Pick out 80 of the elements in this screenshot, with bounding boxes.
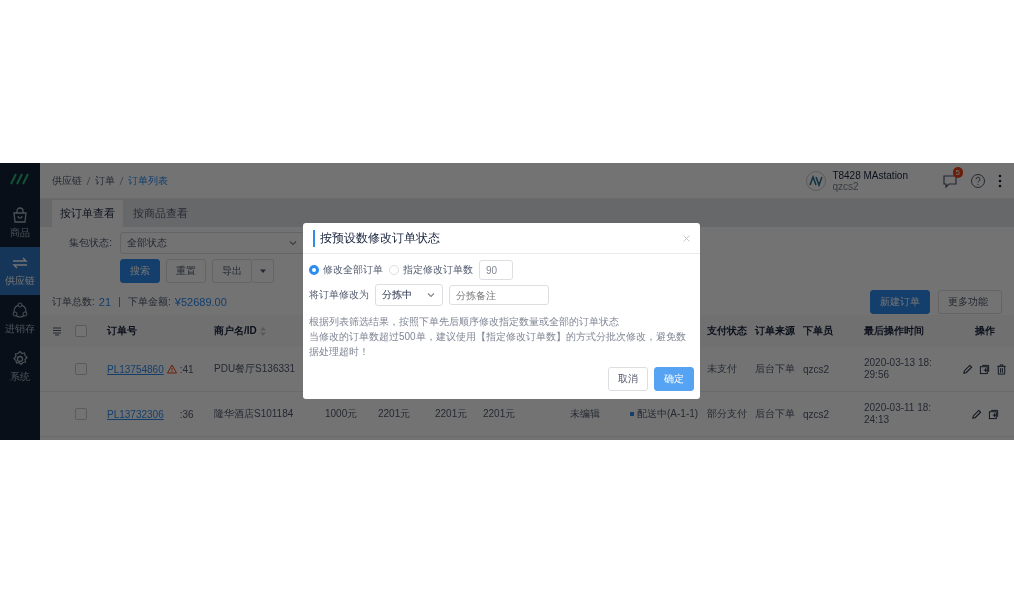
order-number-link[interactable]: PL13754860 [107,363,164,375]
help-icon[interactable] [970,172,986,189]
table-cell: 2201元 [435,407,468,421]
new-order-button[interactable]: 新建订单 [870,290,930,314]
breadcrumb-link[interactable]: 供应链 [52,173,82,188]
scope-radio[interactable]: 指定修改订单数 [389,263,473,277]
status-select[interactable]: 全部状态 [120,232,305,254]
table-cell: 未支付 [707,362,737,376]
table-cell: 2201元 [378,407,411,421]
edit-icon[interactable] [970,408,982,420]
table-cell: qzcs2 [803,363,830,375]
column-header: 下单员 [803,324,833,338]
share-nodes-icon [11,302,29,320]
settings-icon [11,350,29,368]
account-logo-icon [806,170,827,191]
table-cell: 隆华酒店S101184 [214,407,294,421]
sidebar-item[interactable]: 供应链 [0,247,40,295]
view-tab[interactable]: 按订单查看 [52,200,123,227]
caret-icon [258,267,267,275]
table-cell: 配送中(A-1-1) [637,407,699,421]
copy-icon[interactable] [987,408,999,420]
target-status-label: 将订单修改为 [309,288,369,302]
column-settings-icon[interactable] [52,326,62,336]
filter-button[interactable]: 搜索 [120,259,160,283]
amount-label: 下单金额: [128,295,171,309]
export-menu-button[interactable] [252,259,274,283]
edit-icon[interactable] [962,363,973,375]
order-number-link[interactable]: PL13732306 [107,408,164,420]
export-button[interactable]: 导出 [212,259,252,283]
chat-icon[interactable] [942,172,958,189]
table-cell: 部分支付 [707,407,747,421]
breadcrumb-separator-icon [86,175,91,186]
copy-icon[interactable] [979,363,990,375]
filter-label: 集包状态: [68,236,112,250]
time-text: :36 [179,408,194,420]
breadcrumb-link[interactable]: 订单 [95,173,115,188]
row-checkbox[interactable] [75,363,87,375]
dialog-title: 按预设数修改订单状态 [313,229,440,247]
close-icon[interactable] [683,234,690,242]
dialog-button[interactable]: 取消 [608,367,648,391]
order-amount: ¥52689.00 [174,296,227,308]
column-header: 操作 [974,324,995,338]
notification-badge: 5 [952,166,963,178]
chevron-down-icon [288,238,298,248]
hint-text: 根据列表筛选结果，按照下单先后顺序修改指定数量或全部的订单状态 [309,315,620,329]
target-status-select[interactable]: 分拣中 [375,284,443,306]
account-name: T8428 MAstation [832,169,908,181]
row-checkbox[interactable] [75,408,87,420]
shopping-bag-icon [11,206,29,224]
table-cell: qzcs2 [803,408,830,420]
more-actions-button[interactable]: 更多功能 [938,290,1002,314]
chevron-down-icon [426,290,436,300]
more-icon[interactable] [998,172,1002,189]
hint-text: 当修改的订单数超过500单，建议使用【指定修改订单数】的方式分批次修改，避免数据处理超时！ [309,330,687,359]
column-header: 订单号 [107,324,137,338]
column-header: 支付状态 [707,324,747,338]
breadcrumb-separator-icon [119,175,124,186]
table-cell: 后台下单 [755,362,795,376]
time-text: :41 [179,363,194,375]
count-label: 订单总数: [52,295,95,309]
column-header: 最后操作时间 [864,324,924,338]
select-all-checkbox[interactable] [75,325,87,337]
breadcrumb-link[interactable]: 订单列表 [128,173,168,188]
table-cell: 1000元 [325,407,358,421]
table-cell-text: 2020-03-13 18:29:56 [864,357,933,381]
logo-icon [10,173,30,185]
table-cell: PDU餐厅S136331 [214,362,296,376]
order-count-field[interactable]: 90 [479,260,513,280]
scope-radio[interactable]: 修改全部订单 [309,263,383,277]
table-cell: 未编辑 [570,407,600,421]
filter-button[interactable]: 重置 [166,259,206,283]
order-count: 21 [98,296,112,308]
table-cell-text: 2020-03-11 18:24:13 [864,402,933,426]
note-field[interactable]: 分拣备注 [449,285,549,305]
delete-icon[interactable] [996,363,1007,375]
column-header: 订单来源 [755,324,795,338]
table-cell: 后台下单 [755,407,795,421]
column-header: 商户名/ID [214,324,257,338]
dialog-button[interactable]: 确定 [654,367,694,391]
table-cell: 2201元 [483,407,516,421]
